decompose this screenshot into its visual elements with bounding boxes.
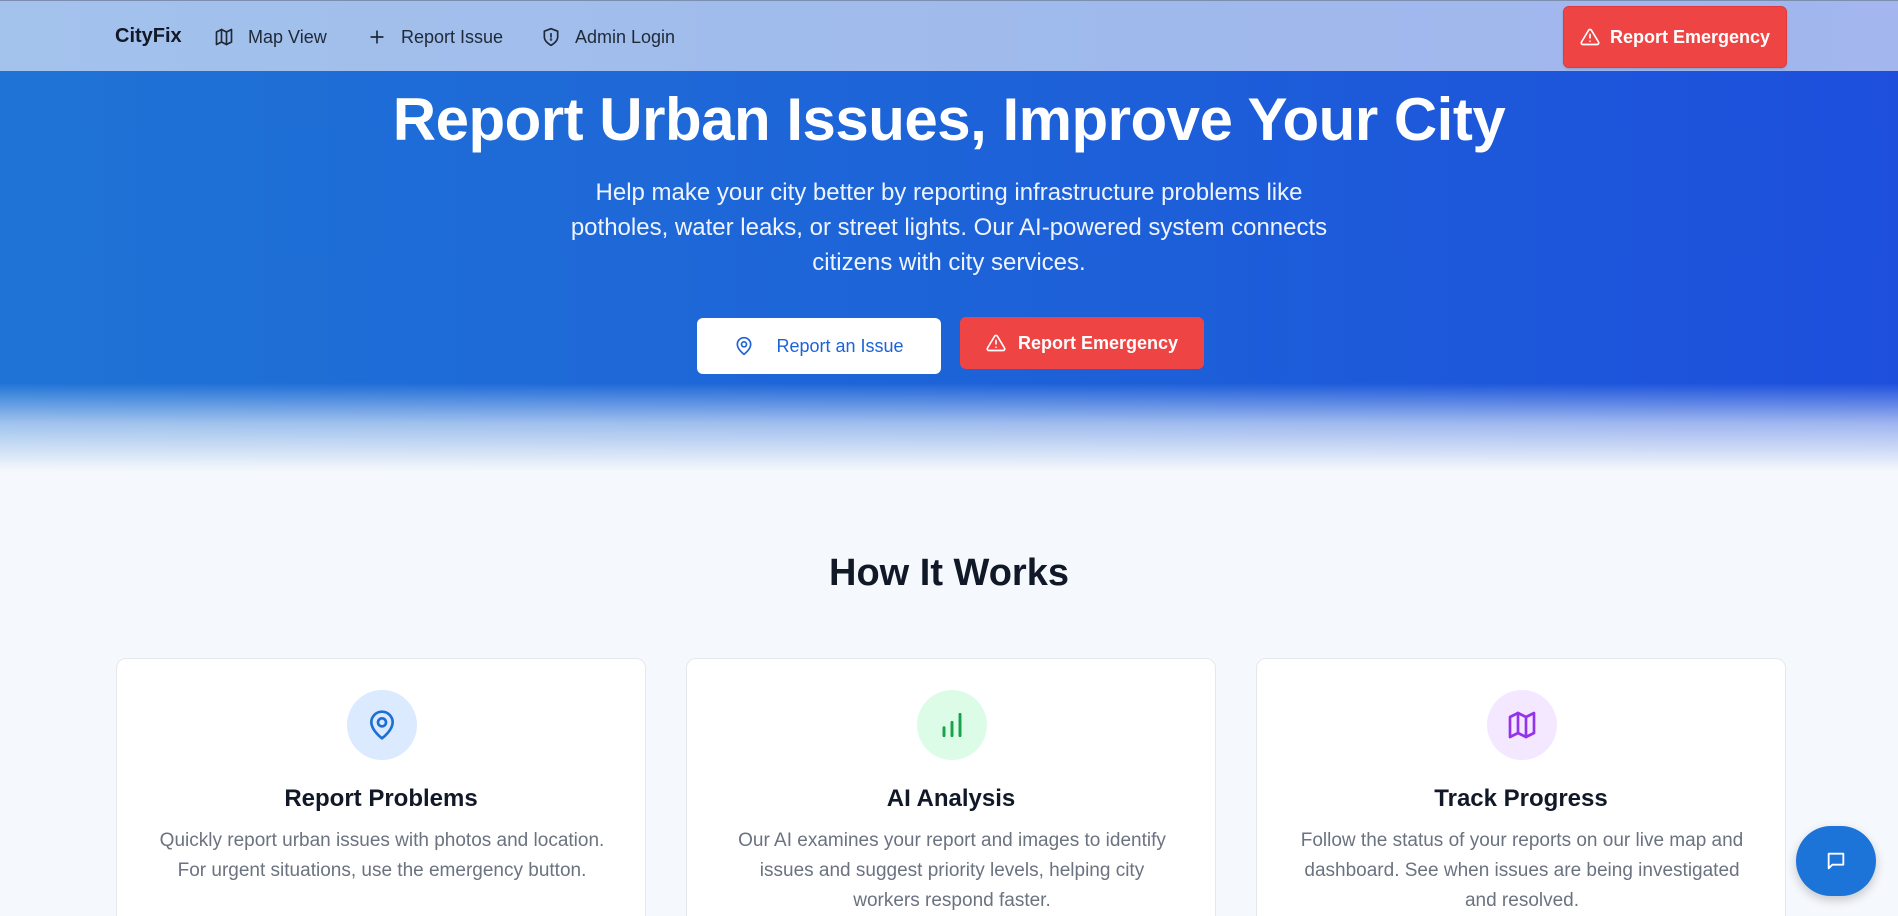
nav-map-view-label: Map View bbox=[248, 26, 327, 47]
card-title: Track Progress bbox=[1434, 785, 1608, 812]
report-emergency-nav-button[interactable]: Report Emergency bbox=[1563, 6, 1787, 68]
top-navbar: CityFix Map View Report Issue Admin Logi… bbox=[0, 0, 1898, 71]
card-icon-wrapper bbox=[1487, 690, 1557, 760]
map-icon bbox=[1508, 711, 1536, 739]
nav-map-view[interactable]: Map View bbox=[214, 23, 327, 51]
how-it-works-title: How It Works bbox=[829, 552, 1069, 594]
card-description: Quickly report urban issues with photos … bbox=[159, 830, 605, 881]
hero-subtitle: Help make your city better by reporting … bbox=[570, 179, 1328, 276]
hero-section: Report Urban Issues, Improve Your City H… bbox=[0, 71, 1898, 471]
report-emergency-hero-label: Report Emergency bbox=[1017, 332, 1179, 353]
map-pin-icon bbox=[736, 336, 752, 356]
nav-report-issue[interactable]: Report Issue bbox=[367, 23, 503, 51]
feature-card-ai-analysis: AI Analysis Our AI examines your report … bbox=[686, 658, 1216, 916]
report-issue-button[interactable]: Report an Issue bbox=[697, 318, 941, 374]
chat-button[interactable] bbox=[1796, 826, 1876, 896]
report-emergency-hero-button[interactable]: Report Emergency bbox=[960, 317, 1204, 369]
feature-card-report-problems: Report Problems Quickly report urban iss… bbox=[116, 658, 646, 916]
plus-icon bbox=[370, 30, 384, 44]
nav-admin-login[interactable]: Admin Login bbox=[541, 23, 675, 51]
chat-icon bbox=[1827, 852, 1845, 870]
bar-chart-icon bbox=[942, 712, 962, 738]
card-icon-wrapper bbox=[917, 690, 987, 760]
card-description: Our AI examines your report and images t… bbox=[738, 830, 1166, 911]
hero-title: Report Urban Issues, Improve Your City bbox=[392, 86, 1506, 153]
map-icon bbox=[215, 28, 233, 46]
report-emergency-nav-label: Report Emergency bbox=[1609, 26, 1771, 47]
feature-card-track-progress: Track Progress Follow the status of your… bbox=[1256, 658, 1786, 916]
card-description: Follow the status of your reports on our… bbox=[1300, 830, 1744, 911]
card-icon-wrapper bbox=[347, 690, 417, 760]
report-issue-label: Report an Issue bbox=[776, 335, 904, 356]
brand-logo[interactable]: CityFix bbox=[115, 25, 182, 48]
alert-triangle-icon bbox=[1580, 28, 1600, 46]
nav-report-issue-label: Report Issue bbox=[401, 26, 504, 47]
nav-admin-login-label: Admin Login bbox=[575, 26, 676, 47]
map-pin-icon bbox=[370, 710, 394, 740]
shield-icon bbox=[543, 27, 559, 47]
card-title: AI Analysis bbox=[886, 785, 1016, 812]
alert-triangle-icon bbox=[986, 334, 1006, 352]
card-title: Report Problems bbox=[284, 785, 478, 812]
